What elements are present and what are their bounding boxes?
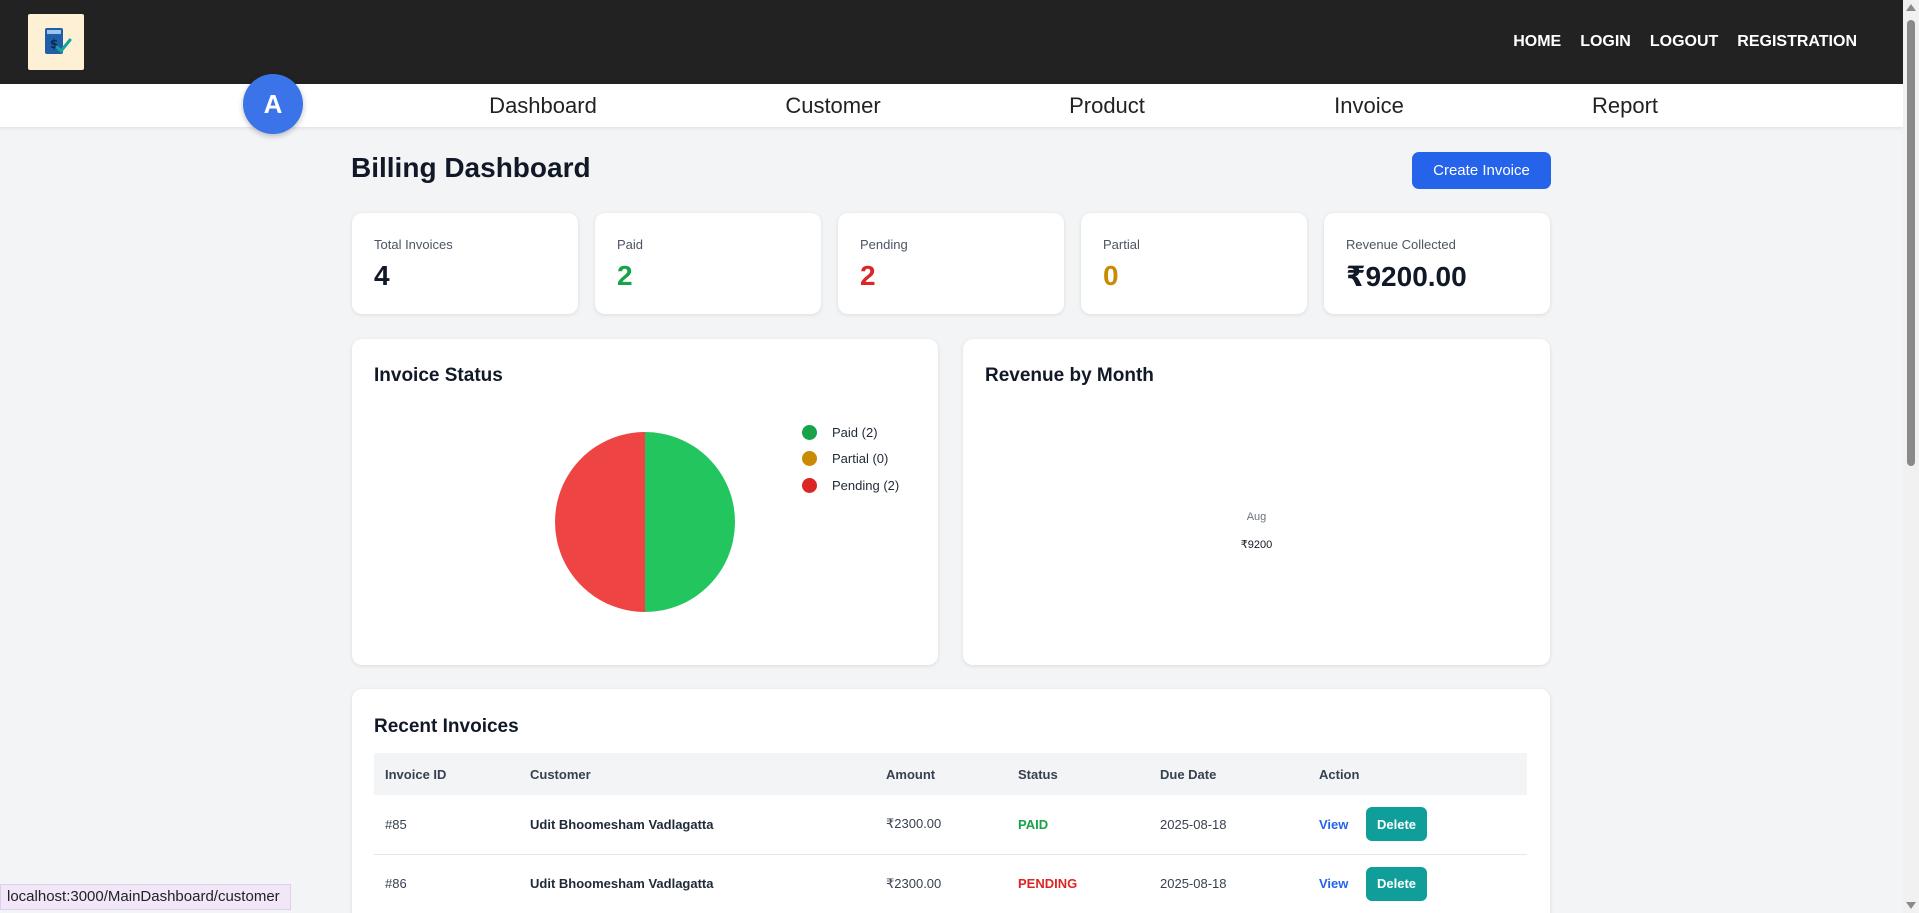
top-navbar: $ HOME LOGIN LOGOUT REGISTRATION [0,0,1903,84]
stat-value: 0 [1103,260,1119,291]
stat-card-revenue-collected: Revenue Collected ₹9200.00 [1324,213,1550,314]
legend-item-pending[interactable]: Pending (2) [802,472,899,499]
legend-swatch [802,477,817,493]
stat-label: Paid [617,237,644,252]
view-invoice-link[interactable]: View [1319,817,1348,832]
pie-legend: Paid (2) Partial (0) Pending (2) [802,419,899,499]
column-header[interactable]: Customer [519,753,875,795]
legend-item-partial[interactable]: Partial (0) [802,446,899,473]
top-nav-links: HOME LOGIN LOGOUT REGISTRATION [1513,0,1857,84]
page-title: Billing Dashboard [351,152,591,183]
table-row: #85 Udit Bhoomesham Vadlagatta ₹2300.00 … [374,795,1527,854]
recent-invoices-table: Invoice ID Customer Amount Status Due Da… [374,753,1527,913]
column-header[interactable]: Status [1007,753,1149,795]
subnav-dashboard[interactable]: Dashboard [489,93,597,119]
scroll-up-arrow-icon[interactable] [1906,4,1916,11]
invoice-id-cell: #86 [385,876,407,891]
stat-value: 2 [617,260,633,291]
revenue-by-month-panel: Revenue by Month Aug ₹9200 [963,339,1550,665]
revenue-month-amount: ₹9200 [1240,539,1273,551]
pie-slice-paid[interactable] [645,432,735,612]
stat-card-partial: Partial 0 [1081,213,1307,314]
table-row: #86 Udit Bhoomesham Vadlagatta ₹2300.00 … [374,854,1527,913]
user-avatar[interactable]: A [243,74,303,134]
recent-invoices-panel: Recent Invoices Invoice ID Customer Amou… [352,689,1550,913]
scroll-down-arrow-icon[interactable] [1906,902,1916,909]
nav-logout-link[interactable]: LOGOUT [1650,33,1718,51]
status-badge: PENDING [1018,876,1078,891]
nav-login-link[interactable]: LOGIN [1580,33,1631,51]
due-date-cell: 2025-08-18 [1160,876,1227,891]
action-cell: View Delete [1308,854,1527,913]
legend-label: Paid (2) [832,424,878,440]
invoice-dollar-check-icon: $ [45,28,72,54]
delete-invoice-button[interactable]: Delete [1366,866,1428,901]
nav-registration-link[interactable]: REGISTRATION [1737,33,1857,51]
stat-label: Revenue Collected [1346,237,1456,252]
amount-cell: ₹2300.00 [886,875,942,891]
stat-card-total-invoices: Total Invoices 4 [352,213,578,314]
legend-item-paid[interactable]: Paid (2) [802,419,899,446]
revenue-month-label: Aug [1246,511,1267,523]
legend-swatch [802,424,817,440]
invoice-status-pie-chart [555,432,735,612]
nav-home-link[interactable]: HOME [1513,33,1561,51]
panel-title: Revenue by Month [985,365,1154,386]
subnav-customer[interactable]: Customer [785,93,880,119]
scrollbar-thumb[interactable] [1907,20,1915,466]
column-header: Action [1319,766,1360,782]
action-cell: View Delete [1308,795,1527,854]
create-invoice-button[interactable]: Create Invoice [1412,152,1551,189]
subnav-invoice[interactable]: Invoice [1334,93,1404,119]
due-date-cell: 2025-08-18 [1160,816,1227,832]
amount-cell: ₹2300.00 [886,816,942,832]
invoice-status-panel: Invoice Status Paid (2) Partial (0) Pend… [352,339,938,665]
stat-label: Total Invoices [374,237,453,252]
subnav-product[interactable]: Product [1069,93,1145,119]
pie-slice-pending[interactable] [555,432,645,612]
legend-swatch [802,451,817,467]
column-header[interactable]: Amount [875,753,1007,795]
invoice-id-cell: #85 [385,816,407,832]
customer-cell: Udit Bhoomesham Vadlagatta [530,816,714,832]
legend-label: Pending (2) [832,477,900,493]
customer-cell: Udit Bhoomesham Vadlagatta [530,876,714,891]
app-logo[interactable]: $ [28,14,84,70]
panel-title: Recent Invoices [374,716,519,737]
column-header[interactable]: Invoice ID [374,753,519,795]
stat-card-paid: Paid 2 [595,213,821,314]
stat-label: Partial [1103,237,1140,252]
stat-value: 2 [860,260,876,291]
stat-card-pending: Pending 2 [838,213,1064,314]
page-scrollbar[interactable] [1903,0,1919,913]
subnav-report[interactable]: Report [1592,93,1658,119]
column-header[interactable]: Due Date [1149,753,1308,795]
table-header-row: Invoice ID Customer Amount Status Due Da… [374,753,1527,795]
delete-invoice-button[interactable]: Delete [1366,807,1428,842]
stat-value: 4 [374,260,390,291]
status-badge: PAID [1018,816,1049,832]
stat-value: ₹9200.00 [1346,261,1467,292]
stat-label: Pending [860,237,908,252]
view-invoice-link[interactable]: View [1319,876,1348,891]
browser-status-url: localhost:3000/MainDashboard/customer [0,884,291,910]
legend-label: Partial (0) [832,451,889,467]
